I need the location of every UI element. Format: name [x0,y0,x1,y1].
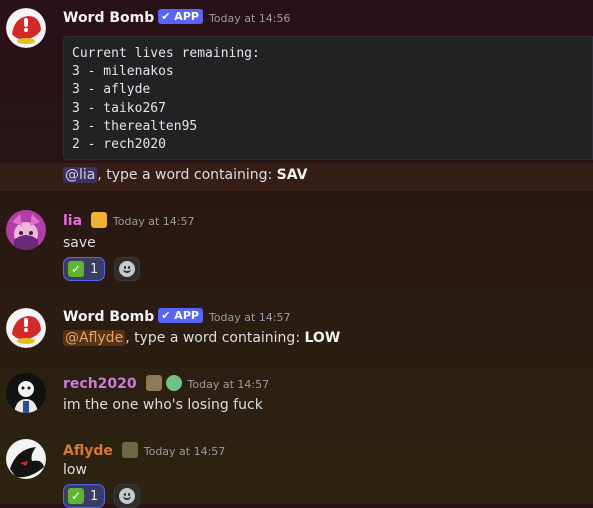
message-wordbomb-1: Word Bomb ✔ APP Today at 14:56 Current liv… [0,0,593,163]
role-icon-tank [121,442,138,458]
author-label[interactable]: Word Bomb [63,309,154,325]
smile-icon [119,261,135,277]
author-name[interactable]: lia Today at 14:57 [63,212,194,229]
author-name[interactable]: Word Bomb ✔ APP Today at 14:57 [63,308,291,325]
prompt-text: , type a word containing: [97,167,277,183]
message-text: low [63,462,87,478]
check-reaction[interactable]: ✓ 1 [63,257,106,281]
add-reaction-button[interactable] [114,484,140,508]
cat-role-icon [90,212,107,228]
author-name[interactable]: rech2020 Today at 14:57 [63,375,269,392]
check-icon: ✓ [68,488,84,504]
check-icon: ✓ [68,261,84,277]
code-block: Current lives remaining: 3 - milenakos 3… [63,36,593,160]
message-text: save [63,235,96,251]
reaction-count: 1 [90,261,99,277]
smile-icon [119,488,135,504]
add-reaction-button[interactable] [114,257,140,281]
wordbomb-avatar[interactable] [6,8,46,48]
prompt-substring: SAV [276,167,308,183]
app-badge: ✔ APP [158,308,203,323]
timestamp[interactable]: Today at 14:57 [113,215,195,228]
check-reaction[interactable]: ✓ 1 [63,484,106,508]
timestamp[interactable]: Today at 14:57 [144,445,226,458]
timestamp[interactable]: Today at 14:57 [209,311,291,324]
aflyde-avatar[interactable] [6,439,46,479]
author-name[interactable]: Word Bomb ✔ APP Today at 14:56 [63,9,291,26]
prompt-line-2: @Aflyde, type a word containing: LOW [63,330,340,346]
message-lia: lia Today at 14:57 save ✓ 1 [0,205,593,290]
lia-avatar[interactable] [6,210,46,250]
timestamp[interactable]: Today at 14:56 [209,12,291,25]
reaction-count: 1 [90,488,99,504]
message-rech2020: rech2020 Today at 14:57 im the one who's… [0,367,593,422]
prompt-substring: LOW [304,330,341,346]
role-icon-figure [145,375,162,391]
author-label[interactable]: Word Bomb [63,10,154,26]
author-label[interactable]: lia [63,213,82,229]
app-badge: ✔ APP [158,9,203,24]
user-mention[interactable]: @Aflyde [63,330,126,346]
user-mention[interactable]: @lia [63,167,98,183]
role-icon-clover [165,375,182,391]
author-label[interactable]: Aflyde [63,443,113,459]
prompt-line-1: @lia, type a word containing: SAV [63,167,307,183]
rech2020-avatar[interactable] [6,373,46,413]
author-label[interactable]: rech2020 [63,376,137,392]
prompt-text: , type a word containing: [125,330,305,346]
message-text: im the one who's losing fuck [63,397,263,413]
timestamp[interactable]: Today at 14:57 [188,378,270,391]
message-aflyde: Aflyde Today at 14:57 low ✓ 1 [0,434,593,508]
wordbomb-avatar[interactable] [6,308,46,348]
message-wordbomb-2: Word Bomb ✔ APP Today at 14:57 @Aflyde, ty… [0,300,593,355]
author-name[interactable]: Aflyde Today at 14:57 [63,442,225,459]
